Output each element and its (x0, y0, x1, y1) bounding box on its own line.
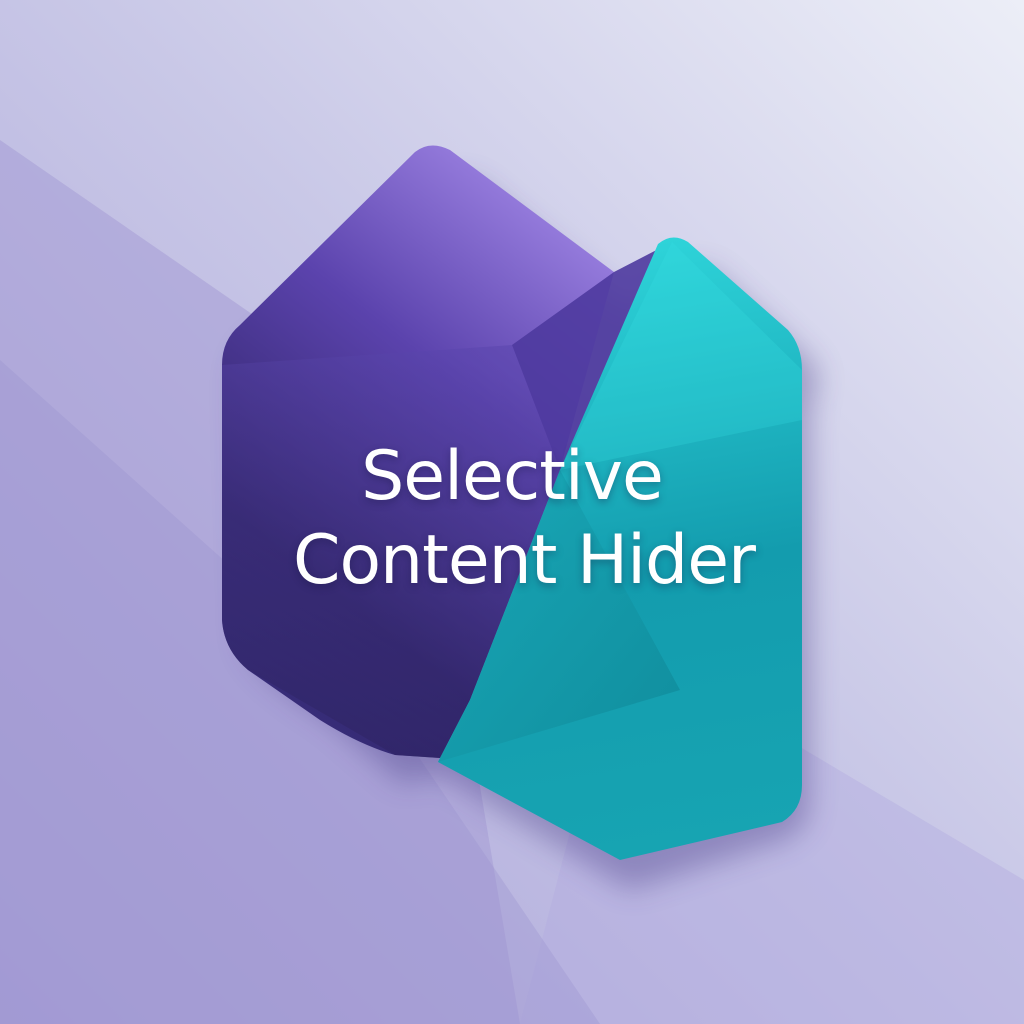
logo-title-line-1: Selective (361, 437, 664, 516)
logo-title-line-2: Content Hider (292, 521, 756, 600)
